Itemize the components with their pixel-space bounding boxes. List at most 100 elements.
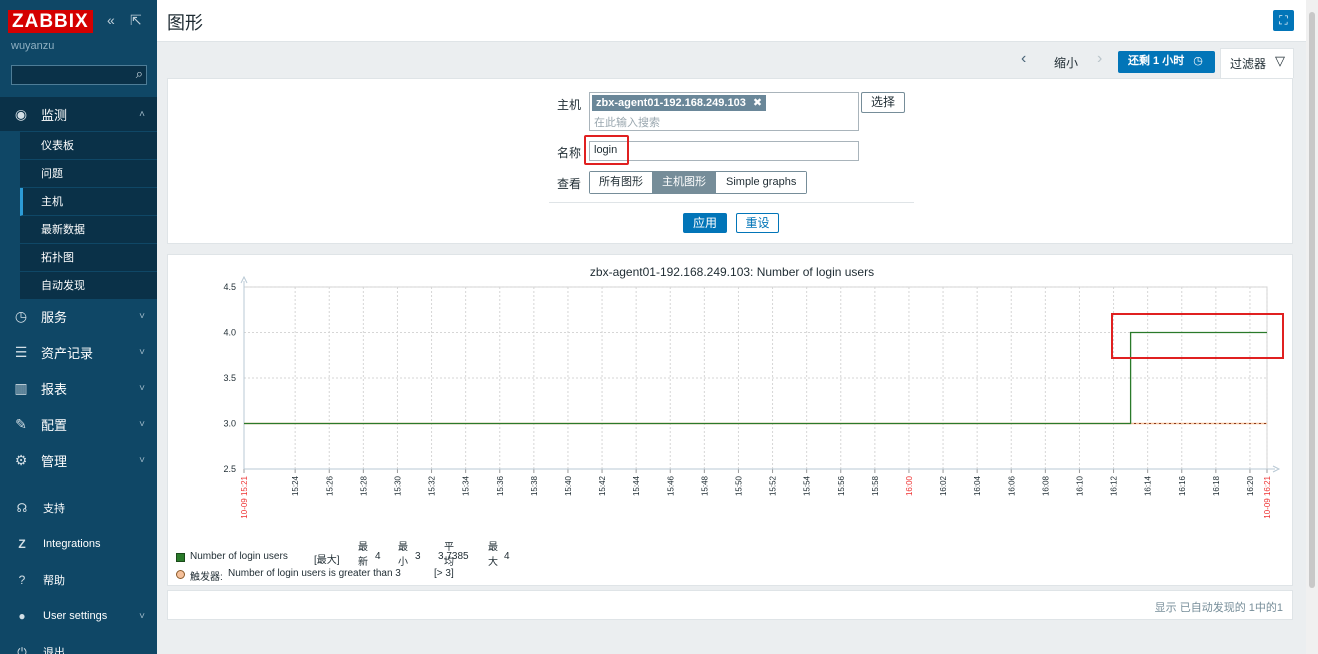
x-tick-label: 15:46 <box>666 475 675 496</box>
host-search-placeholder[interactable]: 在此输入搜索 <box>594 114 660 130</box>
main-area: 图形 ⛶ ‹ 缩小 › 还剩 1 小时 ◷ 过滤器 ▽ 主机 zbx-agent… <box>157 0 1318 654</box>
menu-services[interactable]: ◷ 服务 ˅ <box>0 299 157 333</box>
host-multiselect[interactable]: zbx-agent01-192.168.249.103 ✖ 在此输入搜索 <box>589 92 859 131</box>
integrations-icon: Z <box>18 537 26 551</box>
y-tick-label: 3.0 <box>223 419 236 429</box>
zabbix-logo[interactable]: ZABBIX <box>8 10 93 33</box>
sidebar-search-input[interactable]: ⌕ <box>11 65 147 85</box>
clock-icon: ◷ <box>14 307 28 324</box>
legend-series-row: Number of login users [最大] 4 3 3.7385 4 <box>176 551 696 566</box>
x-tick-label: 15:58 <box>871 475 880 496</box>
menu-services-label: 服务 <box>41 309 68 325</box>
apply-button[interactable]: 应用 <box>683 213 727 233</box>
menu-inventory[interactable]: ☰ 资产记录 ˅ <box>0 335 157 369</box>
menu-administration[interactable]: ⚙ 管理 ˅ <box>0 443 157 477</box>
host-label: 主机 <box>557 98 582 112</box>
x-tick-label: 15:36 <box>496 475 505 496</box>
menu-configuration[interactable]: ✎ 配置 ˅ <box>0 407 157 441</box>
x-tick-label: 15:26 <box>325 475 334 496</box>
menu-signout[interactable]: ⏻ 退出 <box>0 634 157 654</box>
filter-divider <box>549 202 914 203</box>
page-header: 图形 ⛶ <box>157 0 1318 42</box>
trigger-color-swatch <box>176 570 185 579</box>
x-tick-label: 15:28 <box>359 475 368 496</box>
menu-support[interactable]: ☊ 支持 <box>0 490 157 526</box>
view-simple-graphs[interactable]: Simple graphs <box>716 172 807 193</box>
time-range-button[interactable]: 还剩 1 小时 ◷ <box>1118 51 1215 73</box>
legend-avg-value: 3.7385 <box>438 551 469 562</box>
legend-min-value: 3 <box>415 551 421 562</box>
submenu-latest-data[interactable]: 最新数据 <box>20 216 157 244</box>
submenu-discovery[interactable]: 自动发现 <box>20 272 157 300</box>
chevron-down-icon: ˅ <box>139 454 145 466</box>
legend-trigger-row: 触发器: Number of login users is greater th… <box>176 568 696 583</box>
x-tick-label: 15:50 <box>734 475 743 496</box>
host-tag: zbx-agent01-192.168.249.103 ✖ <box>592 95 767 111</box>
name-input[interactable]: login <box>589 141 859 161</box>
scrollbar-thumb[interactable] <box>1309 12 1315 588</box>
chevron-down-icon: ˅ <box>139 610 145 622</box>
menu-monitoring[interactable]: ◉ 监测 ˄ <box>0 97 157 131</box>
legend-series-name: Number of login users <box>190 551 288 562</box>
submenu-hosts[interactable]: 主机 <box>20 188 157 216</box>
x-tick-label: 15:48 <box>700 475 709 496</box>
host-tag-label: zbx-agent01-192.168.249.103 <box>596 97 746 109</box>
collapse-sidebar-icon[interactable]: « <box>107 12 115 28</box>
user-icon: ● <box>18 609 26 623</box>
x-tick-label: 15:30 <box>393 475 402 496</box>
bar-chart-icon: ▥ <box>14 379 28 396</box>
menu-configuration-label: 配置 <box>41 417 68 433</box>
time-range-label: 还剩 1 小时 <box>1128 55 1185 67</box>
page-scrollbar[interactable] <box>1306 0 1318 654</box>
view-label: 查看 <box>557 177 582 191</box>
help-icon: ? <box>18 573 26 587</box>
y-tick-label: 3.5 <box>223 373 236 383</box>
menu-integrations-label: Integrations <box>43 538 101 550</box>
menu-user-settings-label: User settings <box>43 610 108 622</box>
page-title: 图形 <box>167 13 203 33</box>
name-label: 名称 <box>557 146 582 160</box>
legend-last-value: 4 <box>375 551 381 562</box>
x-tick-label: 10-09 16:21 <box>1263 475 1272 518</box>
monitoring-submenu: 仪表板 问题 主机 最新数据 拓扑图 自动发现 <box>20 132 157 300</box>
previous-period-icon[interactable]: ‹ <box>1021 50 1026 68</box>
menu-support-label: 支持 <box>43 503 65 515</box>
view-host-graphs[interactable]: 主机图形 <box>652 172 716 193</box>
legend-series-func: [最大] <box>314 555 340 566</box>
hide-sidebar-icon[interactable]: ⇱ <box>130 12 142 29</box>
menu-monitoring-label: 监测 <box>41 107 68 123</box>
x-tick-label: 16:14 <box>1144 475 1153 496</box>
remove-tag-icon[interactable]: ✖ <box>753 97 762 109</box>
filter-tab[interactable]: 过滤器 ▽ <box>1220 48 1294 78</box>
sidebar: ZABBIX « ⇱ wuyanzu ⌕ ◉ 监测 ˄ 仪表板 问题 主机 最新… <box>0 0 157 654</box>
view-all-graphs[interactable]: 所有图形 <box>590 172 652 193</box>
x-tick-label: 16:20 <box>1246 475 1255 496</box>
filter-panel: 主机 zbx-agent01-192.168.249.103 ✖ 在此输入搜索 … <box>167 78 1293 244</box>
paging-text: 显示 已自动发现的 1中的1 <box>1154 602 1283 614</box>
x-tick-label: 16:06 <box>1007 475 1016 496</box>
submenu-problems[interactable]: 问题 <box>20 160 157 188</box>
select-host-button[interactable]: 选择 <box>861 92 905 113</box>
menu-integrations[interactable]: Z Integrations <box>0 526 157 562</box>
legend-trigger-label: 触发器: <box>190 572 223 583</box>
paging-bar: 显示 已自动发现的 1中的1 <box>167 590 1293 620</box>
x-tick-label: 16:12 <box>1110 475 1119 496</box>
menu-reports[interactable]: ▥ 报表 ˅ <box>0 371 157 405</box>
submenu-maps[interactable]: 拓扑图 <box>20 244 157 272</box>
zoom-out-button[interactable]: 缩小 <box>1054 54 1078 71</box>
menu-reports-label: 报表 <box>41 381 68 397</box>
x-tick-label: 15:34 <box>462 475 471 496</box>
chevron-down-icon: ˅ <box>139 382 145 394</box>
x-tick-label: 15:52 <box>769 475 778 496</box>
search-icon[interactable]: ⌕ <box>136 66 143 82</box>
menu-administration-label: 管理 <box>41 453 68 469</box>
chevron-down-icon: ˅ <box>139 310 145 322</box>
menu-user-settings[interactable]: ● User settings ˅ <box>0 598 157 634</box>
fullscreen-icon[interactable]: ⛶ <box>1273 10 1294 31</box>
reset-button[interactable]: 重设 <box>736 213 779 233</box>
next-period-icon: › <box>1097 50 1103 67</box>
y-tick-label: 4.5 <box>223 282 236 292</box>
menu-help[interactable]: ? 帮助 <box>0 562 157 598</box>
clock-icon: ◷ <box>1193 55 1203 67</box>
submenu-dashboard[interactable]: 仪表板 <box>20 132 157 160</box>
